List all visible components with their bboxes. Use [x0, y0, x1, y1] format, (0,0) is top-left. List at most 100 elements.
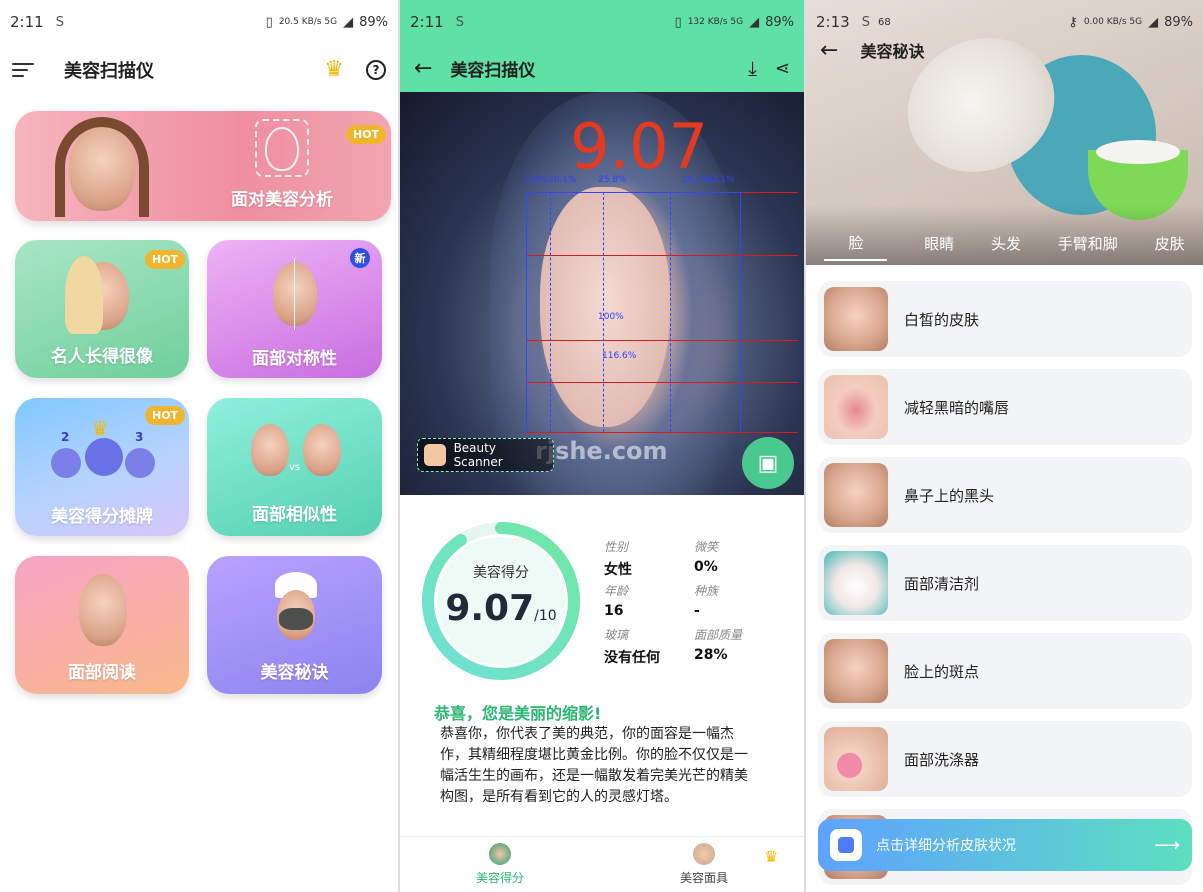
age-key: 年龄: [604, 584, 629, 598]
beauty-scanner-home-screen: 2:11 S ▯ 20.5 KB/s 5G ◢ 89% 美容扫描仪 ♛ ? HO…: [0, 0, 398, 892]
rank-avatar-1-icon: [85, 438, 123, 476]
result-description: 恭喜你，你代表了美的典范，你的面容是一幅杰作，其精细程度堪比黄金比例。你的脸不仅…: [440, 726, 748, 805]
face-analysis-card[interactable]: HOT 面对美容分析: [15, 111, 391, 221]
vibrate-icon: ▯: [674, 14, 682, 30]
list-item[interactable]: 减轻黑暗的嘴唇: [818, 369, 1192, 445]
tip-title: 脸上的斑点: [904, 662, 980, 681]
arrow-right-icon: ⟶: [1154, 834, 1180, 856]
similarity-label: 面部相似性: [252, 505, 337, 525]
menu-icon[interactable]: [12, 63, 34, 77]
crown-icon[interactable]: ♛: [324, 59, 344, 81]
mouth-ratio-label: 116.6%: [602, 351, 637, 361]
cta-label: 点击详细分析皮肤状况: [876, 838, 1016, 854]
tab-beauty-score[interactable]: 美容得分: [440, 843, 560, 886]
face-similarity-card[interactable]: vs 面部相似性: [207, 398, 382, 536]
quality-key: 面部质量: [694, 628, 743, 642]
help-icon[interactable]: ?: [366, 60, 386, 80]
list-item[interactable]: 面部清洁剂: [818, 545, 1192, 621]
face-reading-card[interactable]: 面部阅读: [15, 556, 189, 694]
score-label: 美容得分: [473, 565, 529, 581]
status-s-icon: S: [55, 14, 64, 30]
list-item[interactable]: 面部洗涤器: [818, 721, 1192, 797]
watermark: rjshe.com: [535, 437, 668, 465]
score-ranking-card[interactable]: ♛ 2 3 HOT 美容得分摊牌: [15, 398, 189, 536]
tab-face[interactable]: 脸: [824, 232, 888, 261]
battery-level: 89%: [1164, 14, 1193, 30]
tip-thumbnail: [824, 375, 888, 439]
new-badge: 新: [350, 248, 370, 268]
list-item[interactable]: 白皙的皮肤: [818, 281, 1192, 357]
list-item[interactable]: 鼻子上的黑头: [818, 457, 1192, 533]
symmetry-line: [294, 258, 295, 330]
ranking-label: 美容得分摊牌: [51, 507, 153, 527]
list-item[interactable]: 脸上的斑点: [818, 633, 1192, 709]
network-speed: 0.00 KB/s 5G: [1083, 17, 1143, 27]
share-icon[interactable]: ⋖: [775, 58, 790, 79]
glasses-key: 玻璃: [604, 628, 629, 642]
overlay-score: 9.07: [570, 110, 709, 183]
notification-count: 68: [877, 16, 891, 28]
beauty-scanner-tag: Beauty Scanner: [417, 438, 554, 472]
age-value: 16: [604, 603, 624, 619]
tab-mask-label: 美容面具: [679, 871, 728, 885]
tab-hair[interactable]: 头发: [991, 233, 1021, 260]
signal-icon: ◢: [1148, 14, 1159, 30]
gender-value: 女性: [604, 562, 632, 578]
quality-value: 28%: [694, 647, 728, 663]
crown-icon: ♛: [91, 416, 109, 440]
celebrity-lookalike-card[interactable]: HOT 名人长得很像: [15, 240, 189, 378]
back-arrow-icon[interactable]: ←: [820, 38, 838, 63]
ratio-label-2: 20.1%: [548, 175, 577, 185]
vibrate-icon: ▯: [265, 14, 273, 30]
analyze-skin-button[interactable]: 点击详细分析皮肤状况 ⟶: [818, 819, 1192, 871]
hot-badge: HOT: [145, 406, 186, 425]
tip-thumbnail: [824, 551, 888, 615]
panel-divider: [398, 0, 400, 892]
glasses-value: 没有任何: [604, 650, 660, 666]
app-bar: ← 美容扫描仪 ⤓ ⋖: [400, 44, 804, 92]
ratio-label-3: 25.8%: [598, 175, 627, 185]
mask-tab-icon: [693, 843, 715, 865]
glasses-attr: 玻璃 没有任何: [604, 626, 660, 667]
signal-icon: ◢: [343, 14, 354, 30]
back-arrow-icon[interactable]: ←: [414, 56, 432, 81]
race-attr: 种族 -: [694, 582, 718, 619]
status-time: 2:13: [816, 13, 850, 31]
beauty-score-result-screen: 2:11 S ▯ 132 KB/s 5G ◢ 89% ← 美容扫描仪 ⤓ ⋖ 9…: [400, 0, 804, 892]
symmetry-label: 面部对称性: [252, 349, 337, 369]
gallery-button[interactable]: ▣: [742, 437, 794, 489]
face-analysis-label: 面对美容分析: [231, 190, 333, 210]
tip-thumbnail: [824, 463, 888, 527]
ratio-label-5: 22.1%: [706, 175, 735, 185]
status-time: 2:11: [10, 13, 44, 31]
celebrity-label: 名人长得很像: [51, 347, 153, 367]
score-tab-icon: [489, 843, 511, 865]
tab-beauty-mask[interactable]: 美容面具: [644, 843, 764, 886]
beauty-tips-card[interactable]: 美容秘诀: [207, 556, 382, 694]
download-icon[interactable]: ⤓: [748, 56, 757, 80]
battery-level: 89%: [359, 14, 388, 30]
status-bar: 2:11 S ▯ 132 KB/s 5G ◢ 89%: [400, 0, 804, 44]
app-bar: ← 美容秘诀: [806, 30, 1203, 70]
face-symmetry-card[interactable]: 新 面部对称性: [207, 240, 382, 378]
tab-eyes[interactable]: 眼睛: [924, 233, 954, 260]
category-tabs: 脸 眼睛 头发 手臂和脚 皮肤: [806, 228, 1203, 264]
tips-label: 美容秘诀: [260, 663, 329, 683]
smile-attr: 微笑 0%: [694, 538, 718, 575]
tab-arms-feet[interactable]: 手臂和脚: [1058, 233, 1118, 260]
symmetry-face-image: [273, 262, 317, 326]
hot-badge: HOT: [346, 125, 387, 144]
tab-skin[interactable]: 皮肤: [1155, 233, 1185, 260]
tab-score-label: 美容得分: [475, 871, 524, 885]
rank-3-label: 3: [135, 430, 144, 444]
age-attr: 年龄 16: [604, 582, 628, 619]
rank-2-label: 2: [61, 430, 70, 444]
status-indicators: ▯ 132 KB/s 5G ◢ 89%: [675, 15, 794, 30]
tip-thumbnail: [824, 639, 888, 703]
gender-attr: 性别 女性: [604, 538, 632, 579]
congrats-heading: 恭喜，您是美丽的缩影!: [434, 704, 602, 723]
face-wireframe-icon: [265, 127, 299, 171]
smile-key: 微笑: [694, 540, 719, 554]
tip-title: 面部清洁剂: [904, 574, 980, 593]
quality-attr: 面部质量 28%: [694, 626, 742, 663]
